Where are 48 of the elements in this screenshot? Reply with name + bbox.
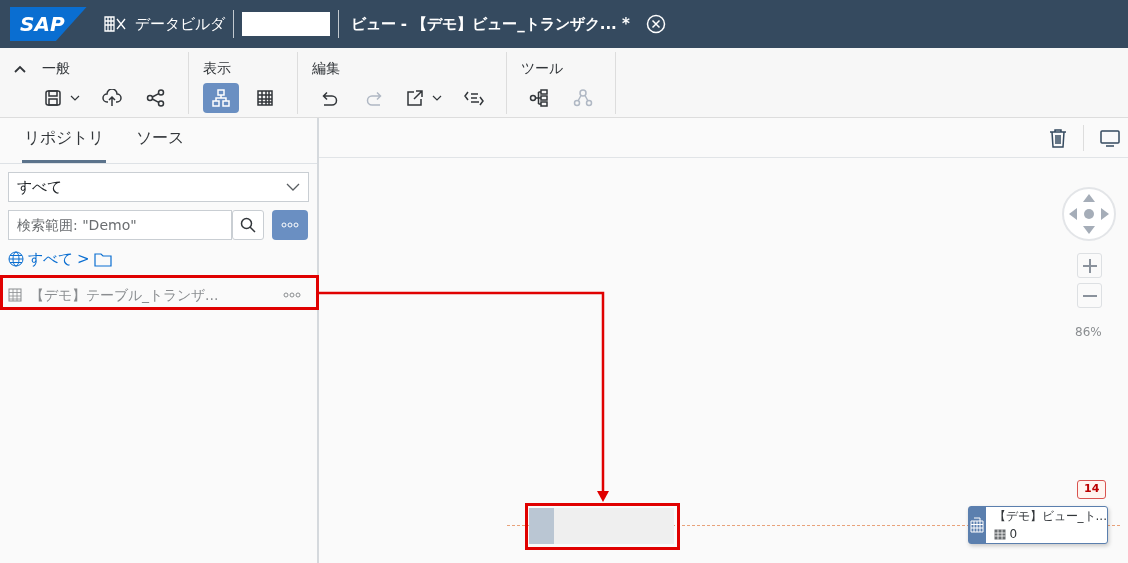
zoom-level: 86% (1075, 324, 1102, 341)
node-title: 【デモ】ビュー_ト... (993, 508, 1107, 525)
tree-icon (529, 89, 549, 107)
filter-dropdown[interactable]: すべて (8, 172, 309, 202)
minus-icon (1081, 294, 1098, 297)
toolbar-group-label: ツール (521, 59, 563, 78)
share-icon (146, 89, 166, 107)
breadcrumb-link[interactable]: すべて (28, 248, 73, 271)
zoom-out-button[interactable] (1077, 283, 1102, 308)
message-count: 14 (1077, 480, 1107, 499)
document-title: ビュー - 【デモ】ビュー_トランザク... * (350, 13, 630, 35)
chevron-down-icon (286, 183, 300, 191)
close-button[interactable] (645, 14, 666, 34)
logo: SAP (10, 7, 87, 41)
column-icon (993, 528, 1006, 540)
network-icon (573, 89, 593, 107)
export-icon (406, 89, 424, 107)
toolbar-group-label: 編集 (312, 59, 340, 78)
caret-icon (432, 95, 442, 101)
view-node[interactable]: 【デモ】ビュー_ト... 0 (968, 506, 1108, 544)
search-field[interactable]: 検索範囲: "Demo" (8, 210, 232, 240)
tab[interactable]: ソース (134, 118, 186, 163)
cloud-upload-icon (102, 89, 122, 107)
ellipsis-icon (281, 222, 299, 228)
delete-button[interactable] (1049, 127, 1067, 148)
globe-icon (8, 251, 24, 268)
view-icon (969, 517, 986, 533)
toolbar-group-label: 表示 (203, 59, 231, 78)
undo-icon (321, 89, 339, 107)
tab[interactable]: リポジトリ (22, 118, 106, 163)
redo-icon (365, 89, 383, 107)
app-name: データビルダ (134, 13, 225, 35)
grid-icon (256, 89, 274, 107)
column-count: 0 (1009, 526, 1018, 543)
caret-icon (70, 95, 80, 101)
toolbar-group-label: 一般 (42, 59, 70, 78)
plus-icon (1081, 257, 1098, 274)
hierarchy-icon (212, 89, 230, 107)
table-icon (8, 288, 22, 302)
data-builder-icon (102, 14, 127, 34)
breadcrumb-separator: > (77, 249, 90, 270)
monitor-button[interactable] (1100, 128, 1120, 147)
folder-icon (93, 251, 112, 267)
zoom-in-button[interactable] (1077, 253, 1102, 278)
list-icon (464, 89, 484, 107)
collapse-button[interactable] (14, 64, 26, 73)
search-button[interactable] (232, 210, 264, 240)
search-icon (240, 217, 256, 233)
